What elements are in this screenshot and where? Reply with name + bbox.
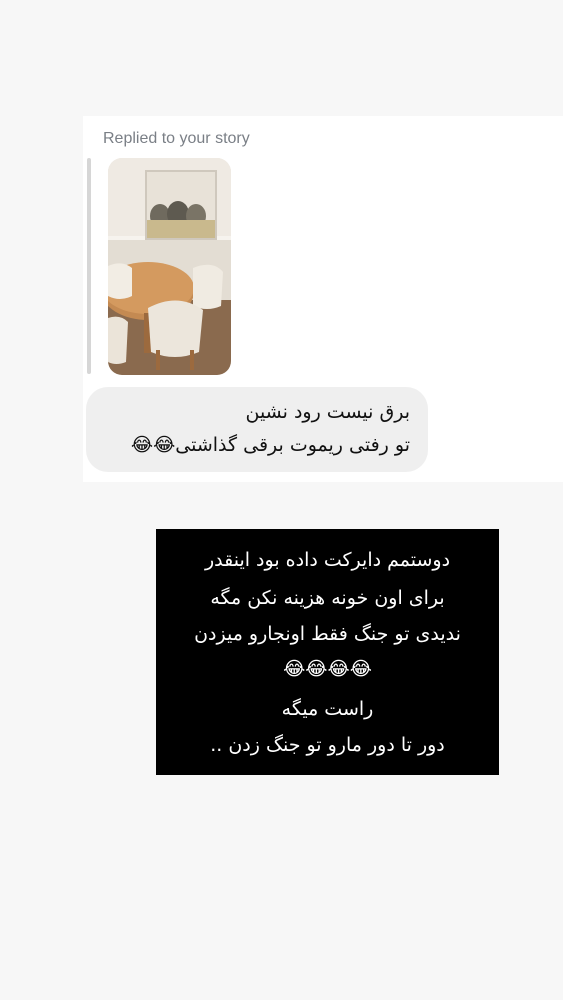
replied-to-story-label: Replied to your story [103, 130, 250, 147]
dm-reply-card: Replied to your story برق نیست رود نشین … [83, 116, 563, 482]
story-caption-box: دوستمم دایرکت داده بود اینقدر برای اون خ… [156, 529, 499, 775]
caption-line-5: راست میگه [281, 698, 374, 720]
caption-line-3: ندیدی تو جنگ فقط اونجارو میزدن [194, 623, 461, 645]
message-line-1: برق نیست رود نشین [245, 401, 410, 423]
message-bubble[interactable]: برق نیست رود نشین تو رفتی ریموت برقی گذا… [86, 387, 428, 472]
caption-line-6: دور تا دور مارو تو جنگ زدن .. [210, 734, 445, 756]
message-line-2: تو رفتی ریموت برقی گذاشتی😂😂 [130, 434, 410, 456]
dining-room-photo [108, 158, 231, 375]
caption-line-2: برای اون خونه هزینه نکن مگه [210, 587, 445, 609]
reply-quote-bar [87, 158, 91, 374]
caption-emoji-line: 😂😂😂😂 [283, 658, 372, 680]
story-thumbnail[interactable] [108, 158, 231, 375]
caption-line-1: دوستمم دایرکت داده بود اینقدر [204, 549, 451, 571]
